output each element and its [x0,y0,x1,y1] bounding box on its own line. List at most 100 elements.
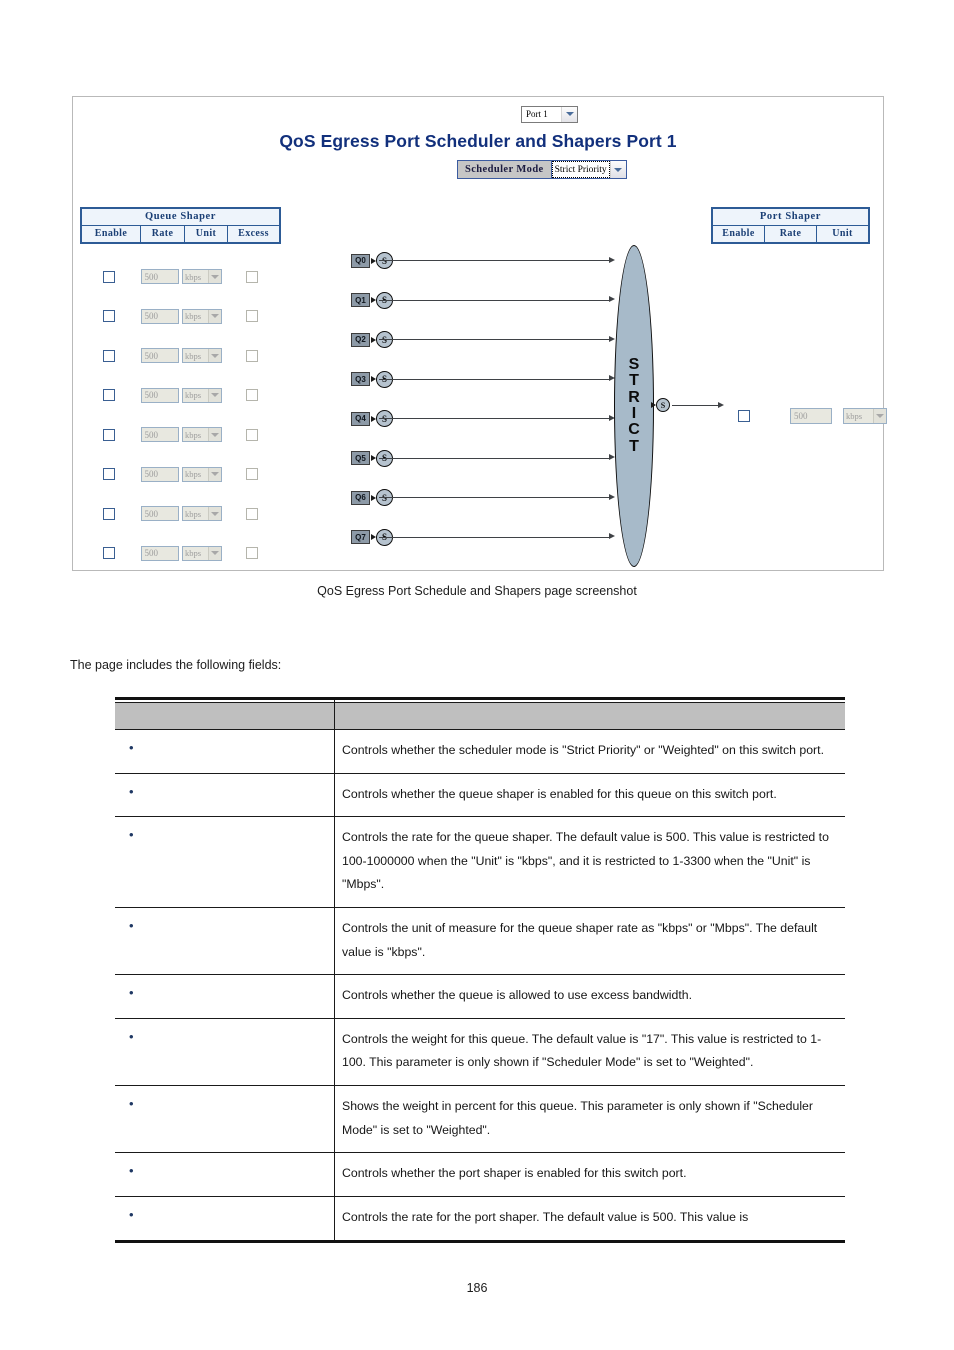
chevron-down-icon[interactable] [208,349,221,363]
queue-enable-checkbox[interactable] [103,349,115,362]
field-name-cell: • [115,974,335,1019]
page-number: 186 [466,1281,488,1295]
queue-enable-checkbox[interactable] [103,389,115,402]
scheduler-mode-bar: Scheduler Mode Strict Priority [457,160,627,179]
queue-excess-checkbox[interactable] [246,310,258,323]
chevron-down-icon[interactable] [208,546,221,560]
queue-shaper-row: 500 kbps [80,455,281,495]
queue-enable-checkbox[interactable] [103,507,115,520]
queue-unit-value: kbps [185,548,202,559]
queue-enable-checkbox[interactable] [103,270,115,283]
queue-flow-arrow-icon [609,533,615,539]
queue-unit-select[interactable]: kbps [182,387,222,403]
queue-flow-line [379,418,611,420]
queue-excess-checkbox[interactable] [246,507,258,520]
queue-unit-select[interactable]: kbps [182,348,222,364]
output-arrow-icon [718,401,724,408]
field-name-cell: • [115,1196,335,1243]
table-row: • Controls whether the port shaper is ena… [115,1152,845,1197]
queue-rate-input[interactable]: 500 [140,269,179,285]
queue-enable-cell [80,349,138,362]
column-header-excess: Excess [238,228,269,239]
queue-excess-cell [223,547,281,560]
queue-rate-input[interactable]: 500 [140,545,179,561]
queue-shaper-header-table: Queue Shaper Enable Rate Unit Excess [80,207,281,244]
queue-unit-cell: kbps [181,427,223,443]
strict-letter: T [629,372,639,390]
chevron-down-icon[interactable] [873,409,886,423]
queue-excess-checkbox[interactable] [246,349,258,362]
column-header-object [115,702,335,730]
queue-enable-checkbox[interactable] [103,468,115,481]
field-name-cell: • [115,729,335,774]
queue-unit-select[interactable]: kbps [182,269,222,285]
queue-flow-arrow-icon [609,335,615,342]
queue-unit-select[interactable]: kbps [182,427,222,443]
strict-letter: C [628,421,640,439]
port-selector[interactable]: Port 1 [521,105,578,123]
lead-paragraph: The page includes the following fields: [70,658,282,672]
queue-excess-cell [223,349,281,362]
chevron-down-icon[interactable] [561,106,577,122]
queue-unit-cell: kbps [181,506,223,522]
queue-excess-checkbox[interactable] [246,270,258,283]
column-header-unit: Unit [832,228,853,239]
queue-label-box: Q0 [351,253,370,268]
queue-rate-cell: 500 [138,387,181,403]
queue-label-box: Q1 [351,293,370,307]
chevron-down-icon[interactable] [208,309,221,323]
queue-unit-select[interactable]: kbps [182,506,222,522]
queue-enable-cell [80,468,138,481]
chevron-down-icon[interactable] [208,507,221,521]
scheduler-mode-select[interactable]: Strict Priority [550,160,627,179]
output-flow-line [672,405,720,407]
queue-rate-input[interactable]: 500 [140,348,179,364]
queue-excess-checkbox[interactable] [246,547,258,560]
table-row: • Controls the weight for this queue. The… [115,1018,845,1087]
field-name-cell: • [115,907,335,976]
field-description-cell: Controls whether the queue is allowed to… [334,974,845,1019]
queue-rate-input[interactable]: 500 [140,427,179,443]
queue-rate-input[interactable]: 500 [140,308,179,324]
field-description-cell: Controls the unit of measure for the que… [334,907,845,976]
queue-label-box: Q3 [351,372,370,386]
queue-rate-input[interactable]: 500 [140,387,179,403]
queue-enable-checkbox[interactable] [103,547,115,560]
port-shaper-enable-checkbox[interactable] [738,410,750,422]
queue-enable-checkbox[interactable] [103,428,115,441]
chevron-down-icon[interactable] [208,428,221,442]
queue-label-box: Q4 [351,411,370,426]
queue-flow-arrow-icon [609,493,615,500]
port-shaper-rate-input[interactable]: 500 [790,408,832,424]
port-shaper-unit-select[interactable]: kbps [843,408,887,424]
queue-excess-checkbox[interactable] [246,428,258,441]
table-row: • Controls the rate for the port shaper. … [115,1196,845,1243]
strict-scheduler-shape: S T R I C T [614,245,654,567]
queue-flow-line [379,497,611,499]
shaper-node-icon: S [656,398,670,412]
chevron-down-icon[interactable] [208,467,221,481]
queue-unit-cell: kbps [181,269,223,285]
queue-unit-select[interactable]: kbps [182,545,222,561]
chevron-down-icon[interactable] [609,161,626,178]
queue-rate-cell: 500 [138,506,181,522]
queue-excess-checkbox[interactable] [246,468,258,481]
queue-unit-value: kbps [185,350,202,361]
figure-caption: QoS Egress Port Schedule and Shapers pag… [317,584,637,598]
queue-excess-cell [223,428,281,441]
queue-unit-cell: kbps [181,387,223,403]
queue-enable-checkbox[interactable] [103,310,115,323]
queue-excess-checkbox[interactable] [246,389,258,402]
table-row: • Controls the unit of measure for the qu… [115,907,845,976]
screenshot-panel: Port 1 QoS Egress Port Scheduler and Sha… [72,96,887,571]
queue-rate-input[interactable]: 500 [140,466,179,482]
fields-table: • Controls whether the scheduler mode is … [115,697,845,1243]
queue-rate-input[interactable]: 500 [140,506,179,522]
chevron-down-icon[interactable] [208,388,221,402]
queue-unit-select[interactable]: kbps [182,308,222,324]
queue-unit-select[interactable]: kbps [182,466,222,482]
scheduler-mode-label: Scheduler Mode [457,160,551,179]
chevron-down-icon[interactable] [208,270,221,284]
queue-unit-cell: kbps [181,466,223,482]
table-row: • Controls whether the queue shaper is en… [115,773,845,818]
